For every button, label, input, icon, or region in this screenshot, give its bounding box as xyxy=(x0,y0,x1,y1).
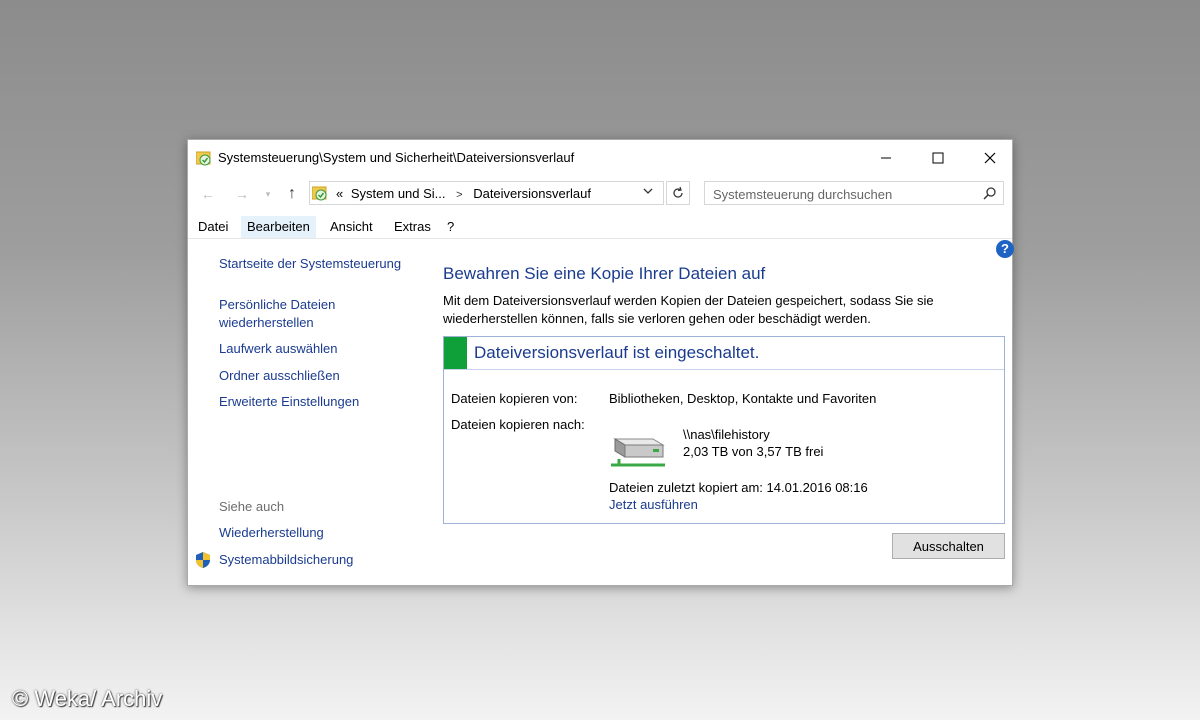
back-arrow-icon[interactable]: ← xyxy=(198,184,218,204)
turn-off-button[interactable]: Ausschalten xyxy=(892,533,1005,559)
menu-extras[interactable]: Extras xyxy=(388,216,437,238)
sidebar-select-drive-link[interactable]: Laufwerk auswählen xyxy=(219,340,338,358)
menu-ansicht[interactable]: Ansicht xyxy=(324,216,379,238)
run-now-link[interactable]: Jetzt ausführen xyxy=(609,497,698,512)
help-icon[interactable]: ? xyxy=(996,240,1014,258)
sidebar-restore-line1: Persönliche Dateien xyxy=(219,297,336,312)
breadcrumb: « System und Si... > Dateiversionsverlau… xyxy=(336,186,591,201)
recent-locations-chevron-icon[interactable]: ▾ xyxy=(258,184,278,204)
refresh-button[interactable] xyxy=(666,181,690,205)
sidebar-advanced-settings-link[interactable]: Erweiterte Einstellungen xyxy=(219,393,359,411)
menu-bar: Datei Bearbeiten Ansicht Extras ? xyxy=(188,216,1012,239)
navigation-bar: ← → ▾ ↑ « System und Si... > Dateiversio… xyxy=(188,180,1012,208)
uac-shield-icon xyxy=(194,551,212,574)
sidebar-recovery-link[interactable]: Wiederherstellung xyxy=(219,524,324,542)
page-description: Mit dem Dateiversionsverlauf werden Kopi… xyxy=(443,293,934,326)
forward-arrow-icon[interactable]: → xyxy=(232,184,252,204)
sidebar-restore-line2: wiederherstellen xyxy=(219,315,314,330)
sidebar-system-image-link[interactable]: Systemabbildsicherung xyxy=(219,551,353,569)
target-drive-space: 2,03 TB von 3,57 TB frei xyxy=(683,444,824,459)
address-bar[interactable]: « System und Si... > Dateiversionsverlau… xyxy=(309,181,664,205)
search-box[interactable] xyxy=(704,181,1004,205)
watermark: © Weka/ Archiv xyxy=(12,686,163,711)
close-button[interactable] xyxy=(968,144,1012,172)
copy-from-label: Dateien kopieren von: xyxy=(451,391,578,406)
up-arrow-icon[interactable]: ↑ xyxy=(282,184,302,204)
file-history-window: Systemsteuerung\System und Sicherheit\Da… xyxy=(187,139,1014,586)
breadcrumb-system-security[interactable]: System und Si... xyxy=(351,186,446,201)
sidebar-home-link[interactable]: Startseite der Systemsteuerung xyxy=(219,255,401,273)
status-indicator xyxy=(444,337,467,369)
menu-datei[interactable]: Datei xyxy=(192,216,234,238)
target-drive-path: \\nas\filehistory xyxy=(683,427,770,442)
see-also-label: Siehe auch xyxy=(219,499,285,514)
refresh-icon xyxy=(673,186,683,198)
search-icon[interactable] xyxy=(983,186,997,205)
breadcrumb-separator-icon[interactable]: > xyxy=(456,189,462,201)
sidebar-restore-files-link[interactable]: Persönliche Dateien wiederherstellen xyxy=(219,296,335,332)
address-dropdown-chevron-icon[interactable] xyxy=(642,185,656,200)
copy-to-label: Dateien kopieren nach: xyxy=(451,417,585,432)
page-title: Bewahren Sie eine Kopie Ihrer Dateien au… xyxy=(443,264,766,283)
network-drive-icon xyxy=(609,431,667,474)
search-input[interactable] xyxy=(711,184,975,204)
minimize-button[interactable] xyxy=(864,144,908,172)
status-title: Dateiversionsverlauf ist eingeschaltet. xyxy=(474,343,760,362)
status-box: Dateiversionsverlauf ist eingeschaltet. … xyxy=(443,336,1005,524)
address-file-history-icon xyxy=(311,185,328,201)
last-copied-text: Dateien zuletzt kopiert am: 14.01.2016 0… xyxy=(609,480,868,495)
breadcrumb-file-history[interactable]: Dateiversionsverlauf xyxy=(473,186,591,201)
breadcrumb-overflow[interactable]: « xyxy=(336,186,343,201)
title-bar: Systemsteuerung\System und Sicherheit\Da… xyxy=(188,140,1012,176)
copy-from-value: Bibliotheken, Desktop, Kontakte und Favo… xyxy=(609,391,877,406)
window-title: Systemsteuerung\System und Sicherheit\Da… xyxy=(218,150,575,165)
file-history-icon xyxy=(195,150,212,166)
sidebar-exclude-folders-link[interactable]: Ordner ausschließen xyxy=(219,367,340,385)
status-header: Dateiversionsverlauf ist eingeschaltet. xyxy=(444,337,1004,370)
menu-bearbeiten[interactable]: Bearbeiten xyxy=(241,216,316,238)
menu-help[interactable]: ? xyxy=(441,216,460,238)
maximize-button[interactable] xyxy=(916,144,960,172)
